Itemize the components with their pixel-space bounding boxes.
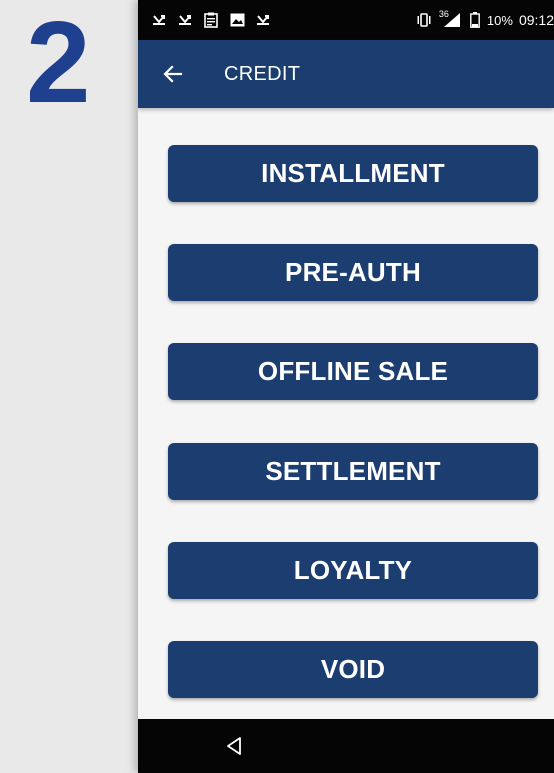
- battery-icon: [469, 12, 481, 28]
- image-icon: [228, 12, 246, 28]
- navigation-bar: [138, 719, 554, 773]
- signal-label: 36: [438, 9, 449, 19]
- battery-percent: 10%: [486, 12, 513, 28]
- back-button[interactable]: [158, 59, 188, 89]
- status-bar: 36 10% 09:12: [138, 0, 554, 40]
- clipboard-icon: [202, 12, 220, 28]
- notification-icons: [150, 12, 272, 28]
- clock: 09:12: [518, 12, 554, 28]
- step-number: 2: [26, 0, 91, 127]
- installment-button[interactable]: INSTALLMENT: [168, 145, 538, 202]
- pre-auth-button[interactable]: PRE-AUTH: [168, 244, 538, 301]
- void-button[interactable]: VOID: [168, 641, 538, 698]
- signal-icon: 36: [438, 9, 463, 28]
- nav-back-button[interactable]: [222, 734, 246, 758]
- app-bar: CREDIT: [138, 40, 554, 108]
- system-indicators: 36 10% 09:12: [415, 9, 554, 28]
- missed-call-icon: [254, 12, 272, 28]
- page-title: CREDIT: [224, 62, 301, 85]
- offline-sale-button[interactable]: OFFLINE SALE: [168, 343, 538, 400]
- phone-screen: 36 10% 09:12 CREDIT INSTALLMENT PRE-AUTH…: [138, 0, 554, 773]
- arrow-left-icon: [163, 65, 183, 83]
- missed-call-icon: [176, 12, 194, 28]
- vibrate-icon: [415, 12, 433, 28]
- loyalty-button[interactable]: LOYALTY: [168, 542, 538, 599]
- triangle-back-icon: [227, 737, 241, 755]
- missed-call-icon: [150, 12, 168, 28]
- settlement-button[interactable]: SETTLEMENT: [168, 443, 538, 500]
